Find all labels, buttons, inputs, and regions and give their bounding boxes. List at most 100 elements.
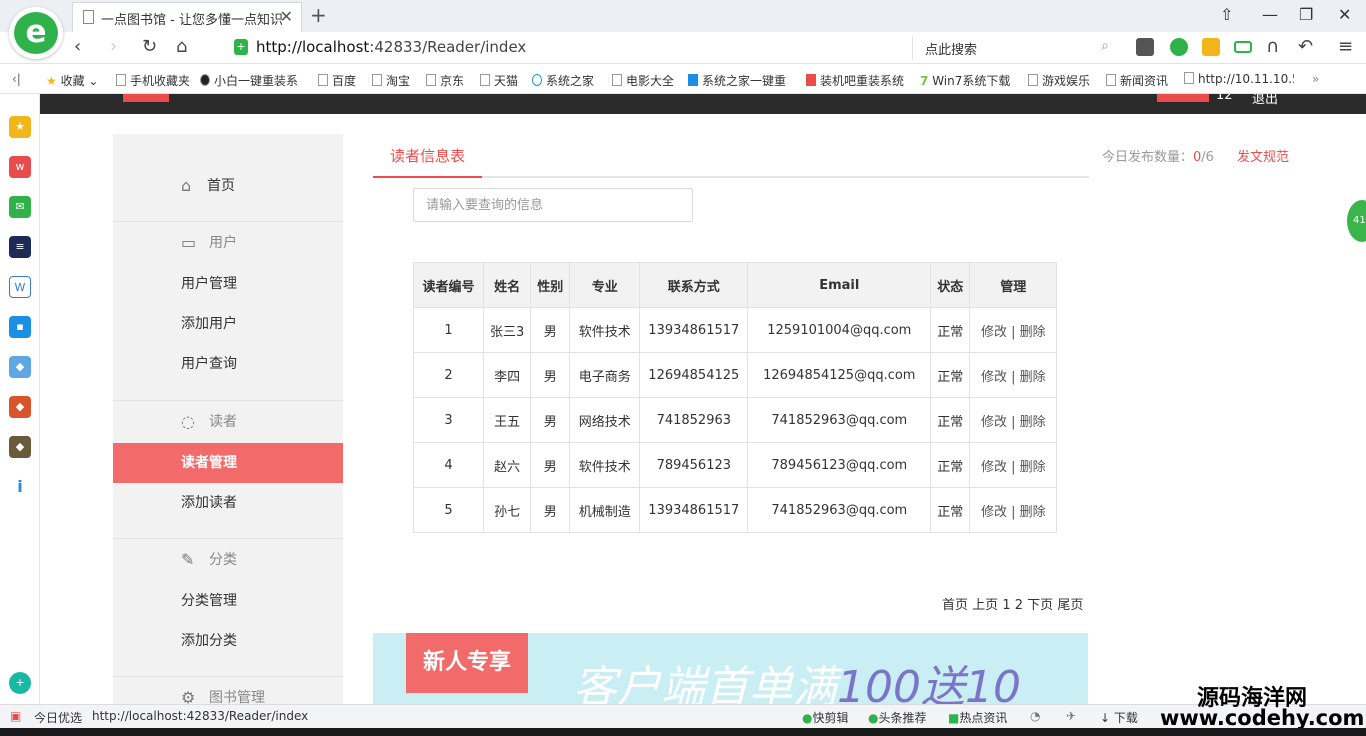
doc-icon[interactable]: W	[9, 276, 31, 298]
edit-link[interactable]: 修改	[981, 325, 1007, 340]
app-icon[interactable]: i	[9, 476, 31, 498]
status-today-picks[interactable]: 今日优选	[34, 709, 82, 726]
logout-link[interactable]: 退出	[1252, 94, 1278, 107]
page-number[interactable]: 2	[1015, 598, 1023, 613]
bookmark-item[interactable]: 游戏娱乐	[1028, 72, 1090, 89]
menu-group-users[interactable]: ▭ 用户	[113, 222, 343, 264]
bookmark-item[interactable]: 小白一键重装系	[200, 72, 298, 89]
site-icon	[200, 74, 210, 86]
battery-icon[interactable]	[1234, 41, 1252, 53]
mail-icon[interactable]: ✉	[9, 196, 31, 218]
delete-link[interactable]: 删除	[1020, 415, 1046, 430]
bookmark-item[interactable]: 系统之家	[532, 72, 594, 89]
headphone-icon[interactable]: ∩	[1266, 36, 1279, 57]
add-icon[interactable]: +	[9, 672, 31, 694]
menu-item-reader-manage[interactable]: 读者管理	[113, 443, 343, 483]
headset-icon: ◌	[181, 412, 195, 431]
bookmark-item[interactable]: 京东	[426, 72, 464, 89]
delete-link[interactable]: 删除	[1020, 505, 1046, 520]
message-icon[interactable]: ▪	[9, 316, 31, 338]
sidebar-toggle-icon[interactable]: ‹|	[12, 72, 21, 86]
status-item[interactable]: ■热点资讯	[948, 709, 1007, 726]
bookmark-item[interactable]: 系统之家一键重	[688, 72, 786, 89]
game-icon[interactable]: ◆	[9, 436, 31, 458]
address-url[interactable]: http://localhost:42833/Reader/index	[256, 38, 526, 56]
reload-icon[interactable]: ↻	[142, 36, 157, 57]
tab-reader-info[interactable]: 读者信息表	[373, 134, 483, 178]
delete-link[interactable]: 删除	[1020, 460, 1046, 475]
page-number[interactable]: 1	[1002, 598, 1010, 613]
browser-logo-icon[interactable]: e	[9, 7, 63, 59]
undo-icon[interactable]: ↶	[1298, 36, 1313, 57]
bookmark-favorites[interactable]: ★ 收藏 ⌄	[46, 72, 98, 89]
bookmark-label: 电影大全	[626, 74, 675, 88]
edit-link[interactable]: 修改	[981, 370, 1007, 385]
address-bar[interactable]: + http://localhost:42833/Reader/index	[226, 36, 906, 60]
close-tab-icon[interactable]: ✕	[280, 7, 293, 26]
gift-icon[interactable]: ▣	[10, 709, 21, 723]
status-download[interactable]: ↓ 下载	[1100, 709, 1138, 726]
menu-group-books[interactable]: ⚙ 图书管理	[113, 677, 343, 704]
bookmark-item[interactable]: 电影大全	[612, 72, 674, 89]
back-icon[interactable]: ‹	[74, 36, 81, 57]
page-first[interactable]: 首页	[942, 598, 968, 613]
pin-icon[interactable]: ✈	[1066, 709, 1076, 723]
menu-item-add-category[interactable]: 添加分类	[113, 621, 343, 661]
speed-icon[interactable]: ◔	[1030, 709, 1040, 723]
page-prev[interactable]: 上页	[972, 598, 998, 613]
maximize-icon[interactable]: ❐	[1299, 5, 1313, 24]
menu-item-add-user[interactable]: 添加用户	[113, 304, 343, 344]
posting-rules-link[interactable]: 发文规范	[1237, 146, 1289, 165]
minimize-icon[interactable]: —	[1262, 5, 1278, 24]
delete-link[interactable]: 删除	[1020, 325, 1046, 340]
menu-item-user-manage[interactable]: 用户管理	[113, 264, 343, 304]
menu-group-readers[interactable]: ◌ 读者	[113, 401, 343, 443]
edit-link[interactable]: 修改	[981, 460, 1007, 475]
search-icon[interactable]: ⌕	[1101, 38, 1109, 54]
bookmark-item[interactable]: 新闻资讯	[1106, 72, 1168, 89]
skin-icon[interactable]: ⇧	[1220, 5, 1233, 24]
message-count[interactable]: 12	[1216, 94, 1233, 103]
apps-icon[interactable]	[1202, 38, 1220, 56]
float-widget-icon[interactable]: 41	[1347, 200, 1366, 242]
menu-item-category-manage[interactable]: 分类管理	[113, 581, 343, 621]
browser-tab[interactable]: 一点图书馆 - 让您多懂一点知识 ✕	[72, 2, 302, 32]
bookmark-item[interactable]: 淘宝	[372, 72, 410, 89]
bookmark-item[interactable]: 百度	[318, 72, 356, 89]
chat-icon[interactable]	[1170, 38, 1188, 56]
menu-home[interactable]: ⌂ 首页	[113, 166, 343, 206]
menu-icon[interactable]: ≡	[1338, 36, 1353, 57]
game-icon[interactable]	[1136, 38, 1154, 56]
status-item[interactable]: ●头条推荐	[868, 709, 927, 726]
menu-item-user-query[interactable]: 用户查询	[113, 344, 343, 384]
news-icon[interactable]: ≡	[9, 236, 31, 258]
game-icon[interactable]: ◆	[9, 356, 31, 378]
status-item[interactable]: ●快剪辑	[802, 709, 849, 726]
delete-link[interactable]: 删除	[1020, 370, 1046, 385]
menu-group-categories[interactable]: ✎ 分类	[113, 539, 343, 581]
edit-link[interactable]: 修改	[981, 415, 1007, 430]
bookmark-item[interactable]: 手机收藏夹	[116, 72, 190, 89]
edit-link[interactable]: 修改	[981, 505, 1007, 520]
table-cell: 张三3	[482, 307, 532, 353]
home-icon[interactable]: ⌂	[176, 36, 187, 57]
menu-group-label: 图书管理	[209, 690, 265, 704]
page-last[interactable]: 尾页	[1057, 598, 1083, 613]
forward-icon[interactable]: ›	[110, 36, 117, 57]
bookmark-item[interactable]: 装机吧重装系统	[806, 72, 904, 89]
favorites-icon[interactable]: ★	[9, 116, 31, 138]
menu-item-add-reader[interactable]: 添加读者	[113, 483, 343, 523]
game-icon[interactable]: ◆	[9, 396, 31, 418]
table-cell: 正常	[930, 307, 971, 353]
bookmark-item[interactable]: 天猫	[480, 72, 518, 89]
browser-search-box[interactable]: 点此搜索 ⌕	[912, 36, 1117, 60]
page-next[interactable]: 下页	[1027, 598, 1053, 613]
promo-banner[interactable]: 新人专享 客户端首单满100送10	[373, 633, 1088, 704]
more-bookmarks-icon[interactable]: »	[1312, 72, 1319, 86]
window-close-icon[interactable]: ✕	[1338, 5, 1351, 24]
weibo-icon[interactable]: w	[9, 156, 31, 178]
bookmark-item[interactable]: 7 Win7系统下载	[920, 72, 1010, 89]
bookmark-item[interactable]: http://10.11.10.5	[1184, 72, 1294, 86]
search-input[interactable]	[413, 188, 693, 222]
new-tab-icon[interactable]: +	[310, 3, 327, 27]
